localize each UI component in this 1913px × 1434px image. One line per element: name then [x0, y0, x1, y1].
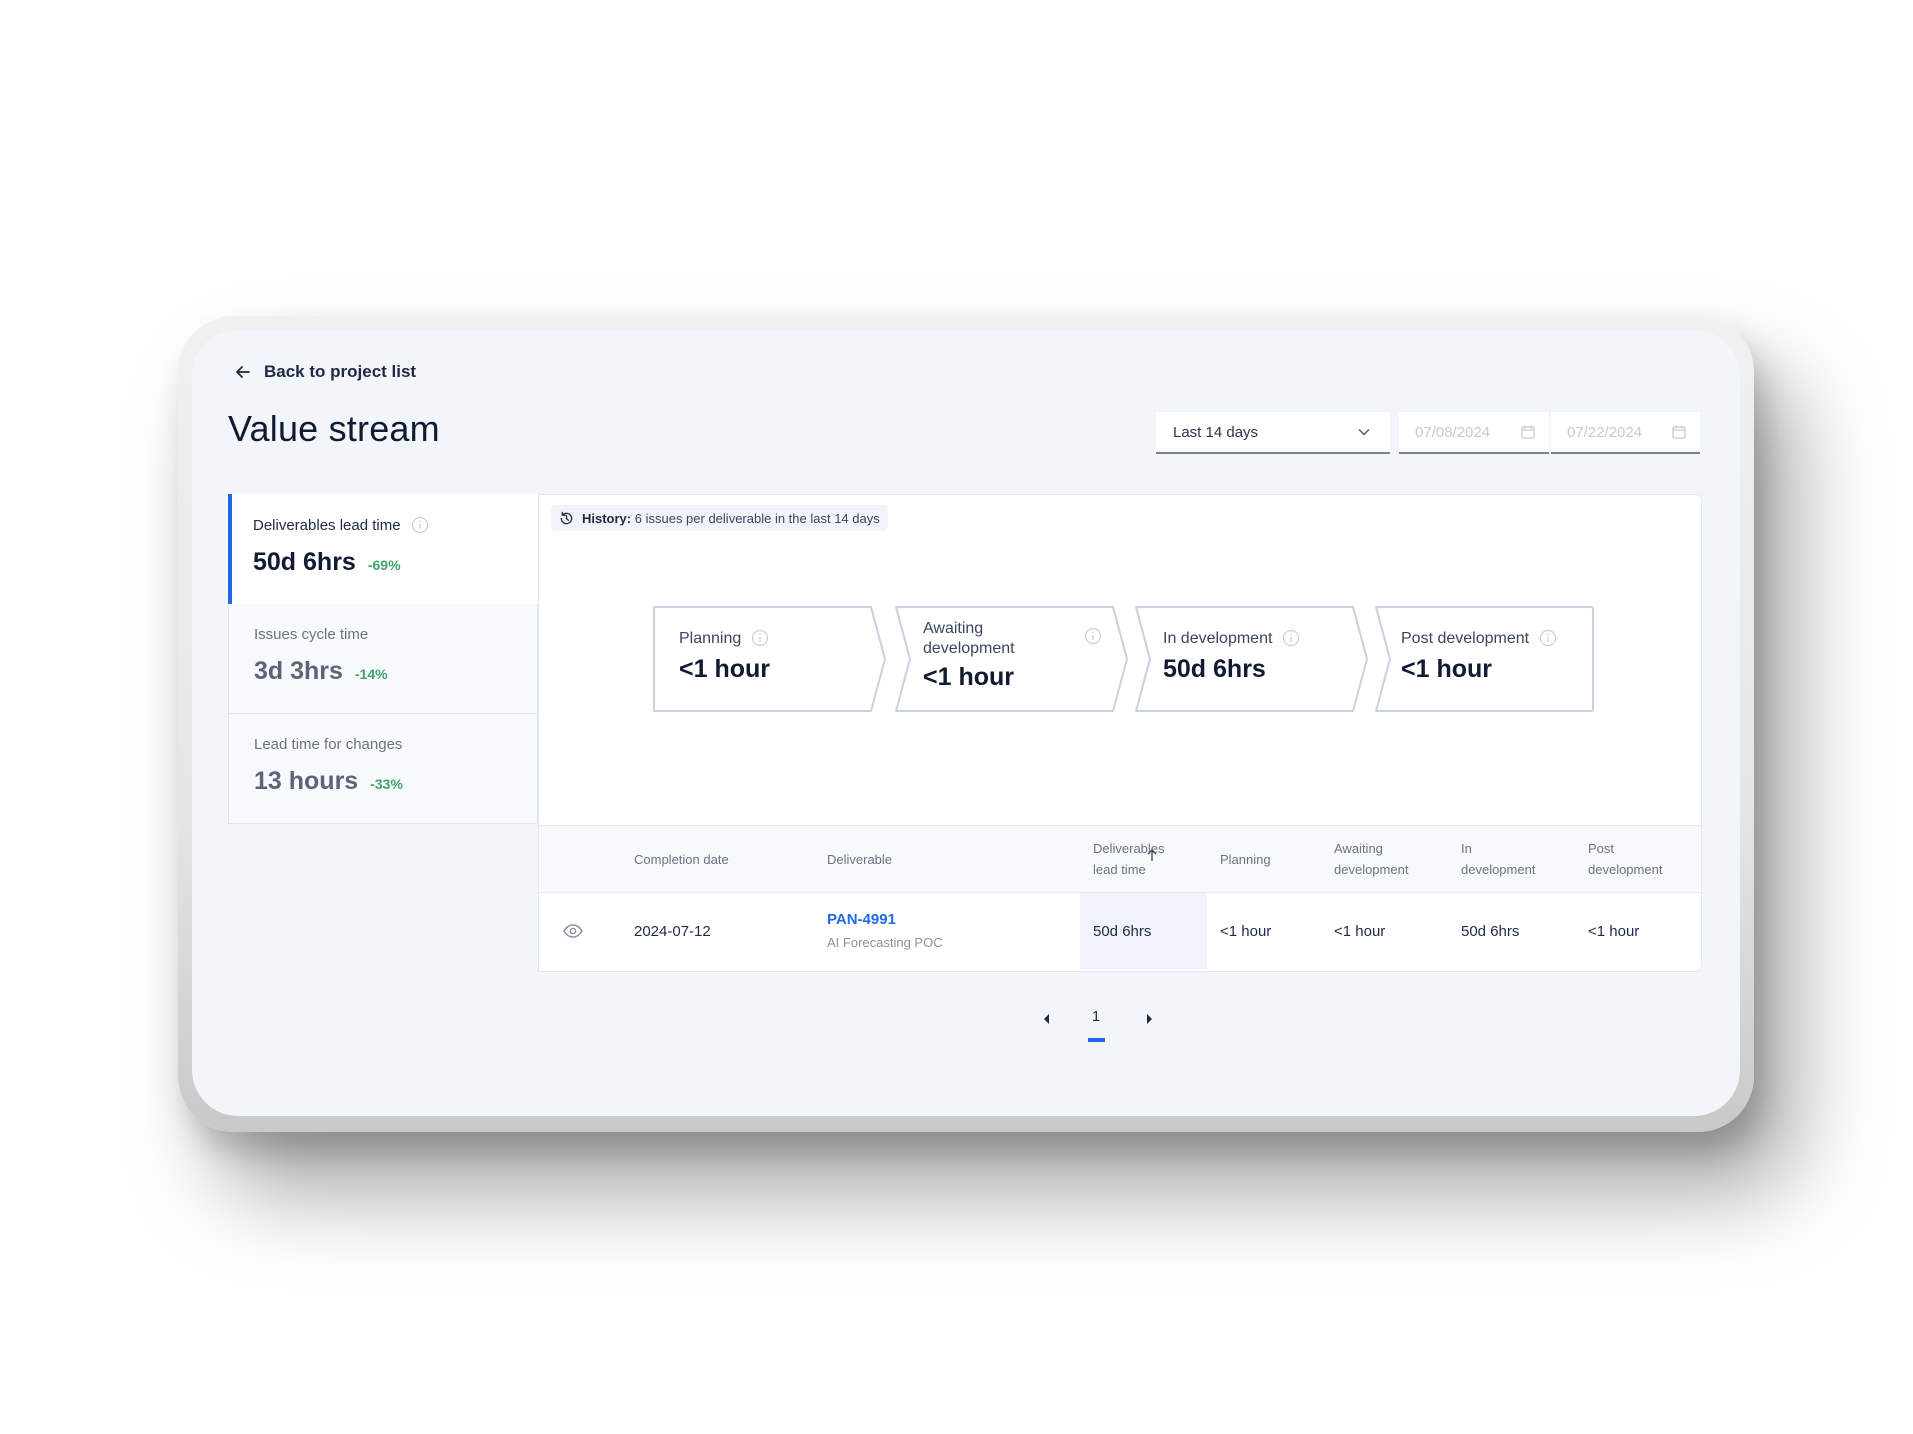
- metric-lead-time-for-changes[interactable]: Lead time for changes 13 hours -33%: [228, 714, 538, 824]
- cell-in-development: 50d 6hrs: [1461, 922, 1520, 940]
- column-header-planning[interactable]: Planning: [1207, 849, 1334, 870]
- next-page-button[interactable]: [1144, 1013, 1154, 1025]
- app-screen: Back to project list Value stream Last 1…: [192, 330, 1740, 1116]
- stage-flow: Planning <1 hour Awaiting development <1…: [651, 605, 1594, 713]
- cell-lead-time: 50d 6hrs: [1080, 893, 1207, 969]
- deliverables-table: Completion date Deliverable Deliverables…: [539, 825, 1701, 969]
- stage-planning[interactable]: Planning <1 hour: [651, 605, 888, 713]
- metric-issues-cycle-time[interactable]: Issues cycle time 3d 3hrs -14%: [228, 604, 538, 714]
- info-icon[interactable]: [411, 516, 429, 534]
- stage-value: <1 hour: [923, 663, 1014, 691]
- metric-title: Deliverables lead time: [253, 516, 401, 534]
- start-date-value: 07/08/2024: [1415, 423, 1491, 441]
- end-date-input[interactable]: 07/22/2024: [1551, 412, 1700, 454]
- back-link-label: Back to project list: [264, 362, 417, 381]
- metric-deliverables-lead-time[interactable]: Deliverables lead time 50d 6hrs -69%: [228, 494, 538, 604]
- stage-value: <1 hour: [1401, 655, 1492, 683]
- cell-completion-date: 2024-07-12: [634, 922, 711, 940]
- column-header-completion-date[interactable]: Completion date: [634, 849, 827, 870]
- info-icon[interactable]: [1084, 627, 1102, 645]
- column-header-awaiting-development[interactable]: Awaiting development: [1334, 838, 1461, 880]
- table-row: 2024-07-12 PAN-4991 AI Forecasting POC 5…: [539, 893, 1701, 969]
- stage-post-development[interactable]: Post development <1 hour: [1373, 605, 1595, 713]
- history-prefix: History:: [582, 510, 632, 526]
- value-stream-panel: History: 6 issues per deliverable in the…: [538, 494, 1702, 972]
- arrow-left-icon: [236, 366, 250, 378]
- page-number-current[interactable]: 1: [1086, 1008, 1106, 1025]
- metric-title: Issues cycle time: [254, 626, 369, 643]
- date-range-select[interactable]: Last 14 days: [1156, 412, 1390, 454]
- info-icon[interactable]: [1539, 629, 1557, 647]
- chevron-down-icon: [1358, 429, 1370, 436]
- metric-value: 50d 6hrs: [253, 548, 356, 576]
- metric-title: Lead time for changes: [254, 736, 403, 753]
- back-to-project-list-link[interactable]: Back to project list: [234, 362, 416, 382]
- eye-icon: [563, 924, 583, 938]
- view-row-button[interactable]: [539, 893, 634, 969]
- cell-planning: <1 hour: [1220, 922, 1272, 940]
- previous-page-button[interactable]: [1042, 1013, 1052, 1025]
- metric-delta: -33%: [370, 776, 403, 792]
- deliverable-link[interactable]: PAN-4991: [827, 909, 1080, 930]
- column-header-post-development[interactable]: Post development: [1588, 838, 1701, 880]
- calendar-icon: [1672, 425, 1686, 439]
- column-header-in-development[interactable]: In development: [1461, 838, 1588, 880]
- stage-label: In development: [1163, 630, 1273, 647]
- history-text: 6 issues per deliverable in the last 14 …: [634, 510, 880, 526]
- column-header-deliverable[interactable]: Deliverable: [827, 849, 1080, 870]
- calendar-icon: [1521, 425, 1535, 439]
- column-header-lead-time-label: Deliverables lead time: [1093, 841, 1165, 877]
- end-date-value: 07/22/2024: [1567, 423, 1643, 441]
- metric-delta: -14%: [354, 666, 388, 682]
- table-header: Completion date Deliverable Deliverables…: [539, 825, 1701, 893]
- deliverable-name: AI Forecasting POC: [827, 935, 943, 950]
- date-range-value: Last 14 days: [1173, 423, 1259, 441]
- column-header-lead-time[interactable]: Deliverables lead time: [1080, 838, 1207, 880]
- start-date-input[interactable]: 07/08/2024: [1399, 412, 1549, 454]
- metric-value: 3d 3hrs: [254, 657, 343, 685]
- current-page-indicator: [1088, 1038, 1105, 1042]
- cell-post-development: <1 hour: [1588, 922, 1640, 940]
- stage-label: Planning: [679, 630, 742, 647]
- stage-value: <1 hour: [679, 655, 770, 683]
- cell-awaiting-development: <1 hour: [1334, 922, 1386, 940]
- cell-deliverable: PAN-4991 AI Forecasting POC: [827, 893, 1080, 969]
- stage-in-development[interactable]: In development 50d 6hrs: [1133, 605, 1370, 713]
- pagination: 1: [1042, 1000, 1162, 1042]
- metric-tabs: Deliverables lead time 50d 6hrs -69% Iss…: [228, 494, 538, 824]
- metric-delta: -69%: [367, 557, 401, 573]
- info-icon[interactable]: [1282, 629, 1300, 647]
- sort-ascending-icon[interactable]: [1146, 848, 1158, 862]
- info-icon[interactable]: [751, 629, 769, 647]
- stage-awaiting-development[interactable]: Awaiting development <1 hour: [893, 605, 1130, 713]
- page-title: Value stream: [228, 408, 440, 449]
- metric-value: 13 hours: [254, 767, 359, 795]
- stage-value: 50d 6hrs: [1163, 655, 1266, 683]
- history-icon: [560, 511, 573, 524]
- history-badge: History: 6 issues per deliverable in the…: [551, 505, 888, 531]
- stage-label: Awaiting development: [923, 620, 1015, 657]
- stage-label: Post development: [1401, 630, 1530, 647]
